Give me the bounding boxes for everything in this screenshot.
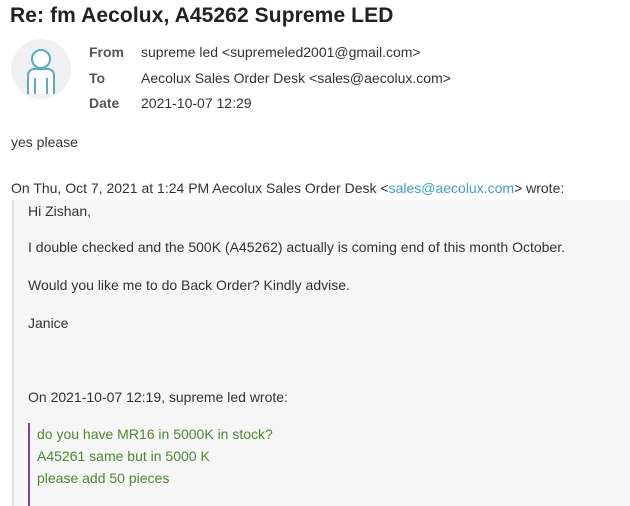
inner-quote-attribution: On 2021-10-07 12:19, supreme led wrote: bbox=[28, 389, 288, 405]
to-label: To bbox=[89, 69, 106, 86]
quote-attribution: On Thu, Oct 7, 2021 at 1:24 PM Aecolux S… bbox=[11, 180, 564, 196]
inner-quote-line: A45261 same but in 5000 K bbox=[37, 448, 210, 464]
to-row: To Aecolux Sales Order Desk <sales@aecolu… bbox=[89, 66, 451, 92]
quoted-paragraph-1: I double checked and the 500K (A45262) a… bbox=[28, 239, 565, 255]
inner-quoted-message: do you have MR16 in 5000K in stock? A452… bbox=[28, 423, 630, 506]
email-subject: Re: fm Aecolux, A45262 Supreme LED bbox=[10, 4, 394, 27]
date-value: 2021-10-07 12:29 bbox=[141, 95, 252, 111]
attribution-email-link[interactable]: sales@aecolux.com bbox=[389, 180, 515, 196]
quoted-signature: Janice bbox=[28, 315, 69, 331]
date-row: Date 2021-10-07 12:29 bbox=[89, 91, 451, 117]
quoted-message: Hi Zishan, I double checked and the 500K… bbox=[12, 200, 630, 506]
from-value[interactable]: supreme led <supremeled2001@gmail.com> bbox=[141, 44, 421, 60]
attribution-prefix: On Thu, Oct 7, 2021 at 1:24 PM Aecolux S… bbox=[11, 180, 389, 196]
email-headers: From supreme led <supremeled2001@gmail.co… bbox=[89, 40, 451, 117]
from-label: From bbox=[89, 44, 124, 60]
inner-quote-line: please add 50 pieces bbox=[37, 470, 170, 486]
inner-quote-line: do you have MR16 in 5000K in stock? bbox=[37, 426, 273, 442]
quoted-paragraph-2: Would you like me to do Back Order? Kind… bbox=[28, 277, 350, 293]
quoted-greeting: Hi Zishan, bbox=[28, 203, 92, 219]
reply-text: yes please bbox=[11, 134, 78, 150]
to-value[interactable]: Aecolux Sales Order Desk <sales@aecolux.… bbox=[141, 70, 451, 86]
attribution-suffix: > wrote: bbox=[514, 180, 565, 196]
date-label: Date bbox=[89, 95, 120, 111]
from-row: From supreme led <supremeled2001@gmail.co… bbox=[89, 40, 451, 66]
sender-avatar-icon bbox=[10, 38, 72, 100]
